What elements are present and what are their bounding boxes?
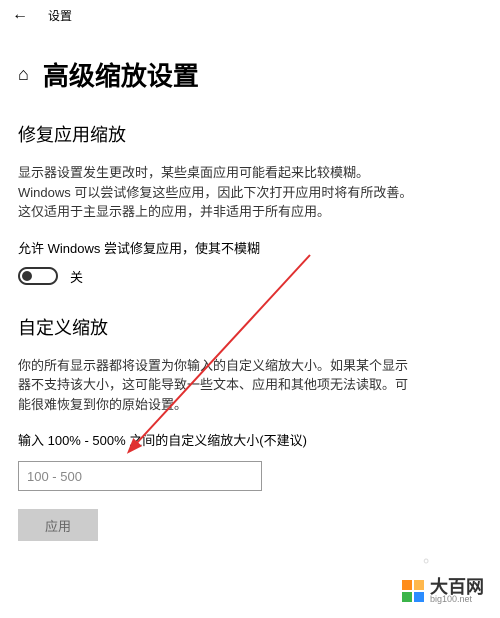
toggle-fix-label: 允许 Windows 尝试修复应用，使其不模糊 bbox=[18, 238, 482, 257]
home-icon[interactable]: ⌂ bbox=[18, 64, 29, 85]
section-custom-scaling-desc: 你的所有显示器都将设置为你输入的自定义缩放大小。如果某个显示器不支持该大小，这可… bbox=[18, 356, 418, 415]
toggle-fix-state: 关 bbox=[70, 267, 83, 286]
toggle-knob bbox=[22, 271, 32, 281]
watermark-sub: big100.net bbox=[430, 594, 484, 604]
section-fix-scaling-title: 修复应用缩放 bbox=[18, 121, 482, 147]
section-custom-scaling-title: 自定义缩放 bbox=[18, 314, 482, 340]
section-fix-scaling-desc: 显示器设置发生更改时，某些桌面应用可能看起来比较模糊。Windows 可以尝试修… bbox=[18, 163, 418, 222]
faint-glyph: ⚬ bbox=[420, 553, 432, 570]
custom-scale-input-label: 输入 100% - 500% 之间的自定义缩放大小(不建议) bbox=[18, 430, 482, 449]
custom-scale-input[interactable] bbox=[18, 461, 262, 491]
watermark: 大百网 big100.net bbox=[402, 578, 484, 604]
back-arrow-icon[interactable]: ← bbox=[12, 6, 28, 24]
topbar-title: 设置 bbox=[48, 7, 72, 24]
toggle-fix-scaling[interactable] bbox=[18, 267, 58, 285]
apply-button[interactable]: 应用 bbox=[18, 509, 98, 541]
page-title: 高级缩放设置 bbox=[43, 56, 199, 93]
